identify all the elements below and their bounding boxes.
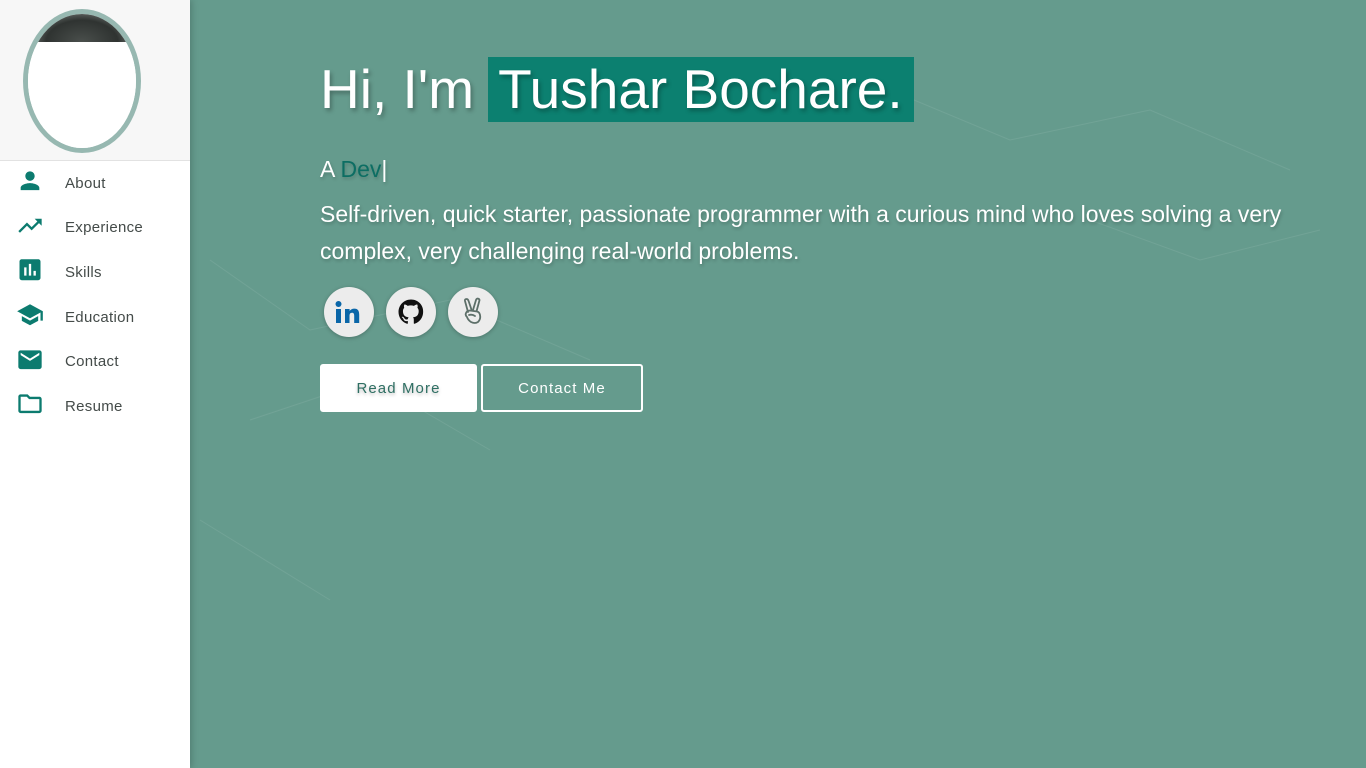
contact-me-button[interactable]: Contact Me — [481, 364, 643, 412]
hero-content: Hi, I'm Tushar Bochare. A Dev| Self-driv… — [320, 56, 1290, 412]
sidebar-item-label: About — [65, 174, 106, 192]
avatar-photo-hair — [36, 14, 128, 42]
social-links — [320, 287, 1290, 337]
sidebar-nav: About Experience Skills Education Contac… — [0, 161, 190, 429]
folder-icon — [16, 390, 44, 418]
role-word: Dev — [340, 156, 382, 182]
bar-chart-icon — [16, 256, 44, 284]
sidebar-item-about[interactable]: About — [0, 161, 190, 206]
hero-name: Tushar Bochare. — [488, 56, 914, 122]
hero-role: A Dev| — [320, 156, 1290, 183]
hero-bio: Self-driven, quick starter, passionate p… — [320, 201, 1282, 264]
hero-greeting: Hi, I'm — [320, 58, 475, 120]
github-link[interactable] — [386, 287, 436, 337]
mail-icon — [16, 345, 44, 373]
hero-headline: Hi, I'm Tushar Bochare. — [320, 56, 1290, 122]
sidebar-item-label: Skills — [65, 263, 102, 281]
profile-section — [0, 0, 190, 161]
sidebar: About Experience Skills Education Contac… — [0, 0, 190, 768]
sidebar-item-label: Education — [65, 308, 135, 326]
person-icon — [16, 167, 44, 195]
sidebar-item-skills[interactable]: Skills — [0, 250, 190, 295]
sidebar-item-label: Resume — [65, 397, 123, 415]
typing-cursor: | — [381, 156, 388, 182]
hero-buttons: Read More Contact Me — [320, 364, 1290, 412]
linkedin-link[interactable] — [324, 287, 374, 337]
avatar-photo-blank — [28, 42, 136, 148]
avatar — [23, 9, 141, 153]
github-icon — [398, 299, 424, 324]
sidebar-item-contact[interactable]: Contact — [0, 339, 190, 384]
sidebar-item-experience[interactable]: Experience — [0, 206, 190, 251]
peace-hand-icon — [464, 297, 482, 324]
read-more-button[interactable]: Read More — [320, 364, 477, 412]
sidebar-item-label: Contact — [65, 353, 119, 371]
sidebar-item-education[interactable]: Education — [0, 295, 190, 340]
trending-up-icon — [16, 212, 44, 240]
sidebar-item-resume[interactable]: Resume — [0, 384, 190, 429]
main-hero: Hi, I'm Tushar Bochare. A Dev| Self-driv… — [190, 0, 1366, 768]
angellist-link[interactable] — [448, 287, 498, 337]
sidebar-item-label: Experience — [65, 219, 144, 237]
graduation-cap-icon — [16, 301, 44, 329]
linkedin-icon — [335, 301, 360, 323]
role-prefix: A — [320, 156, 335, 182]
